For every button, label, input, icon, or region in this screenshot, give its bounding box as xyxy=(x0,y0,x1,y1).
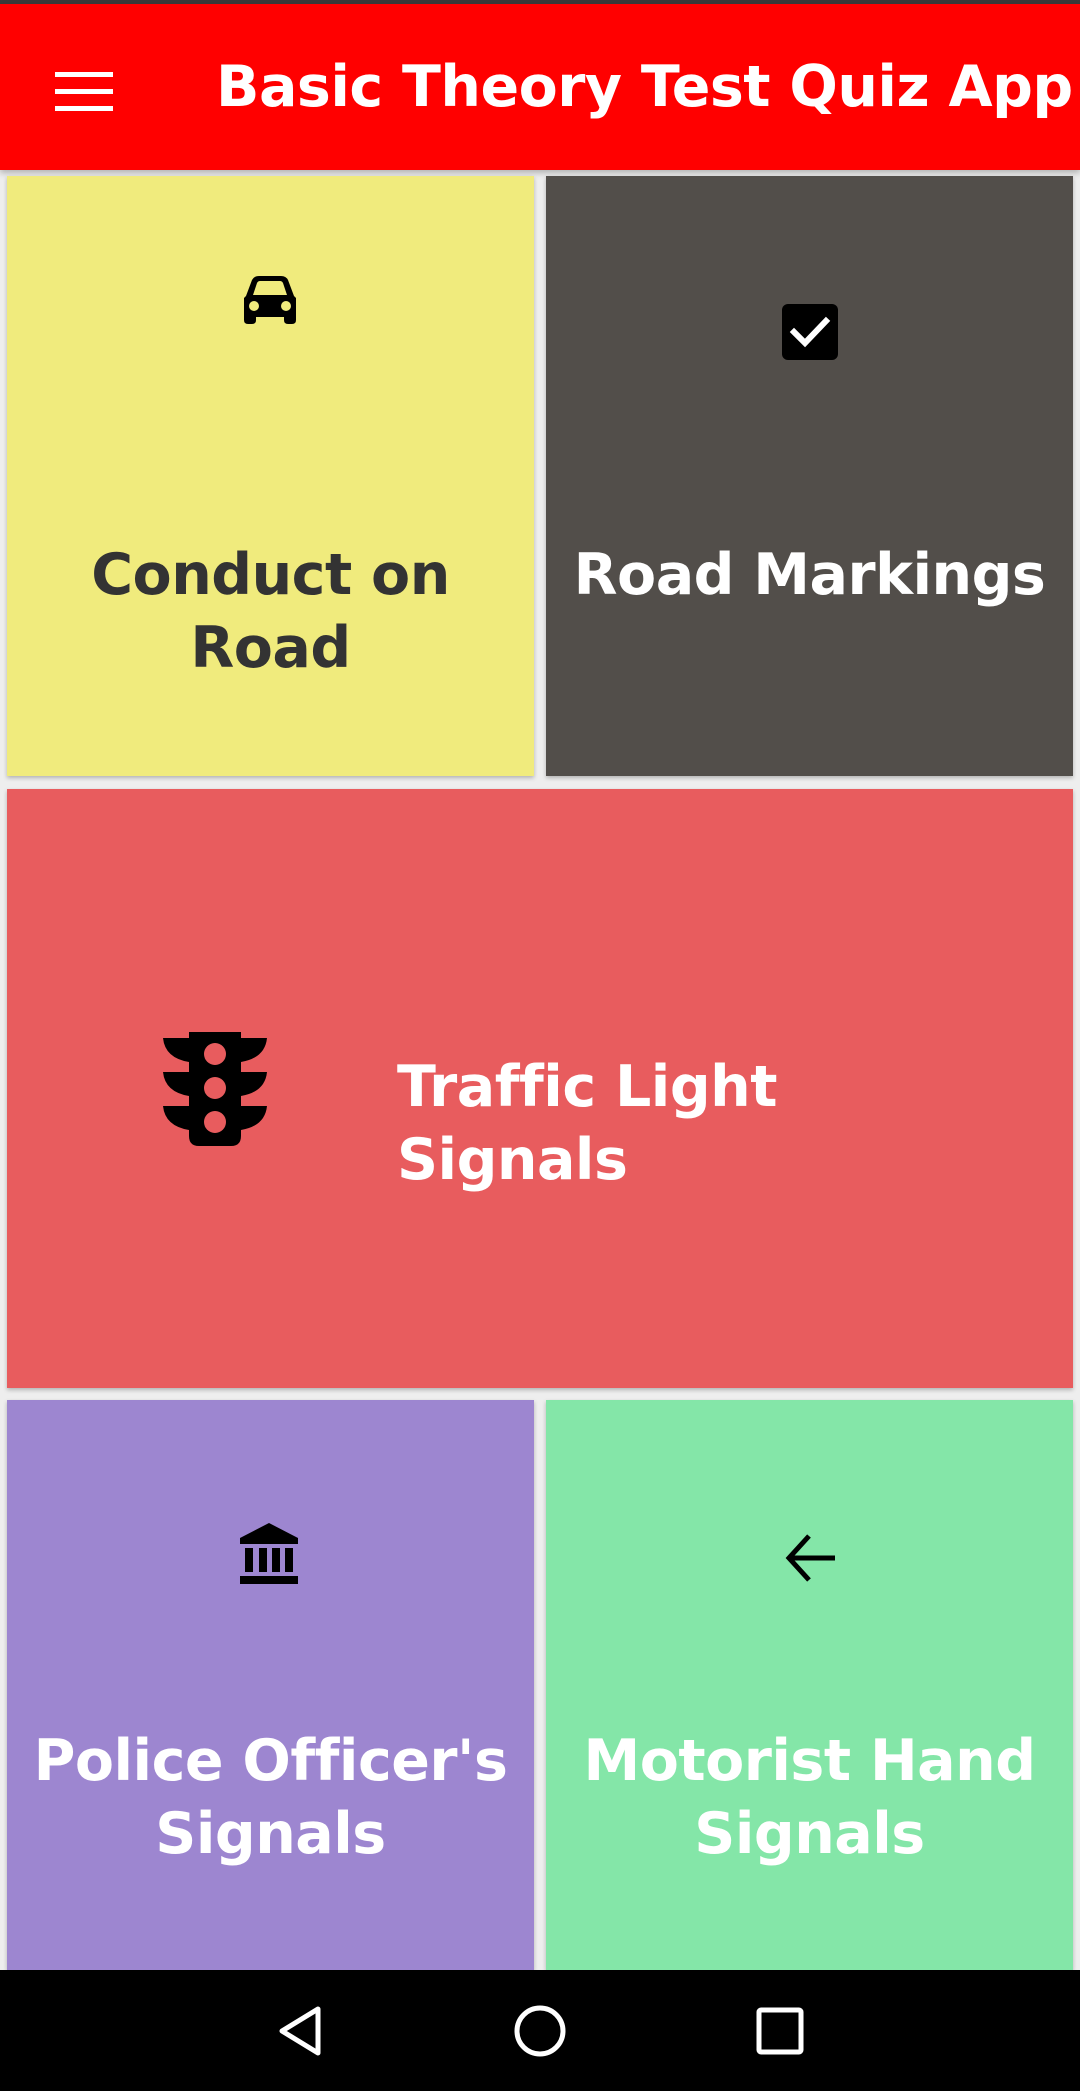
tile-police-officers-signals[interactable]: Police Officer's Signals xyxy=(7,1400,534,1970)
car-icon xyxy=(244,276,296,324)
tile-road-markings[interactable]: Road Markings xyxy=(546,176,1073,776)
arrow-left-icon xyxy=(785,1534,835,1582)
tile-label: Traffic Light Signals xyxy=(397,1054,777,1193)
tile-traffic-light-signals[interactable]: Traffic Light Signals xyxy=(7,789,1073,1388)
nav-recents-square-icon xyxy=(756,2007,804,2054)
tile-label: Motorist Hand Signals xyxy=(546,1725,1073,1871)
tile-label: Conduct on Road xyxy=(91,542,450,681)
app-title: Basic Theory Test Quiz App xyxy=(216,54,1073,120)
tile-label: Road Markings xyxy=(573,542,1046,608)
tile-label-line: Police Officer's xyxy=(33,1728,508,1794)
tile-motorist-hand-signals[interactable]: Motorist Hand Signals xyxy=(546,1400,1073,1970)
app-bar: Basic Theory Test Quiz App xyxy=(0,4,1080,170)
traffic-light-icon xyxy=(163,1032,267,1146)
nav-back-button[interactable] xyxy=(240,1970,360,2091)
nav-home-circle-icon xyxy=(514,2005,566,2056)
checkbox-checked-icon xyxy=(782,304,838,360)
nav-recents-button[interactable] xyxy=(720,1970,840,2091)
system-navigation-bar xyxy=(0,1970,1080,2091)
tile-conduct-on-road[interactable]: Conduct on Road xyxy=(7,176,534,776)
bank-building-icon xyxy=(240,1523,298,1584)
hamburger-menu-icon xyxy=(55,72,113,111)
nav-back-triangle-icon xyxy=(279,2006,321,2055)
tile-label-line: Motorist Hand xyxy=(583,1728,1036,1794)
tile-label-line: Signals xyxy=(694,1801,925,1867)
nav-home-button[interactable] xyxy=(480,1970,600,2091)
menu-button[interactable] xyxy=(40,48,128,136)
tile-label-line: Signals xyxy=(155,1801,386,1867)
tile-label: Police Officer's Signals xyxy=(7,1725,534,1871)
